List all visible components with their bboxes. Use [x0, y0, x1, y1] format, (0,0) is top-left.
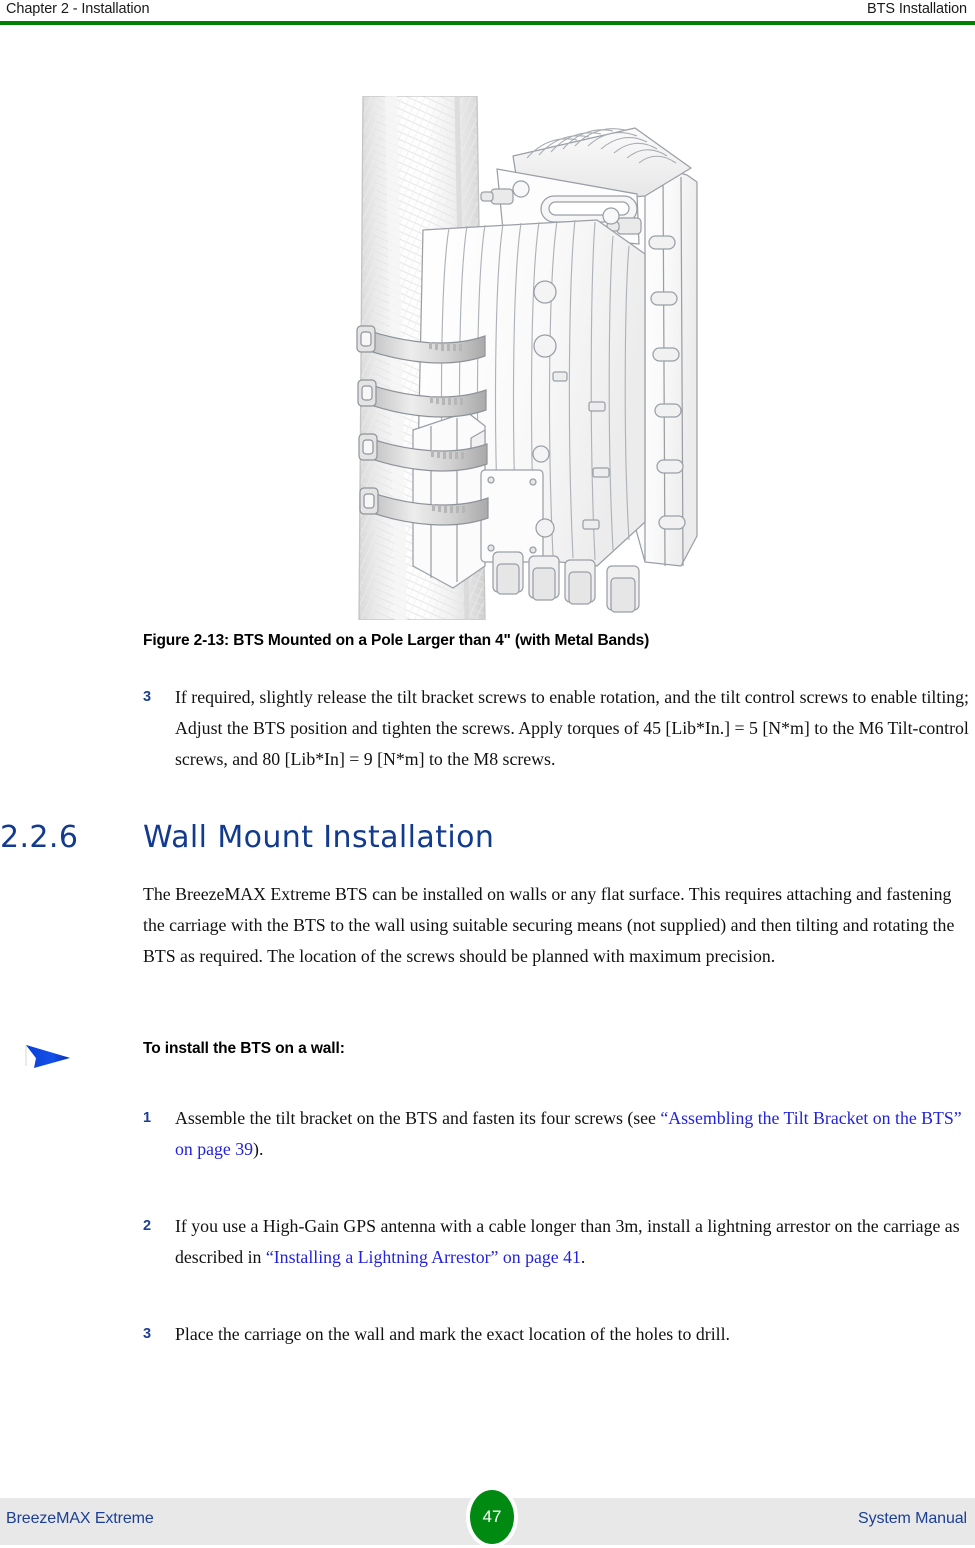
page-number-disc: 47 [470, 1490, 514, 1544]
step-text: If required, slightly release the tilt b… [175, 687, 969, 769]
intro-paragraph: The BreezeMAX Extreme BTS can be install… [143, 884, 955, 966]
header-section-label: BTS Installation [867, 1, 967, 17]
step-text-lead: Assemble the tilt bracket on the BTS and… [175, 1108, 661, 1128]
procedure-heading-block: To install the BTS on a wall: [0, 1032, 960, 1072]
step-text-tail: ). [253, 1139, 264, 1159]
page-number-badge: 47 [466, 1486, 518, 1548]
footer-document-label: System Manual [858, 1510, 967, 1527]
cross-reference-link[interactable]: “Installing a Lightning Arrestor” on pag… [266, 1247, 581, 1267]
section-number: 2.2.6 [0, 820, 79, 855]
step-item: 1 Assemble the tilt bracket on the BTS a… [143, 1103, 975, 1165]
step-text: Place the carriage on the wall and mark … [175, 1324, 730, 1344]
blue-arrow-icon [24, 1036, 72, 1070]
bts-pole-illustration [345, 96, 715, 620]
procedure-title: To install the BTS on a wall: [143, 1040, 345, 1057]
header-divider-rule [0, 21, 975, 25]
step-item: 2 If you use a High-Gain GPS antenna wit… [143, 1211, 975, 1273]
header-chapter-label: Chapter 2 - Installation [6, 1, 150, 17]
step-item: 3 If required, slightly release the tilt… [143, 682, 975, 775]
page-header: Chapter 2 - Installation BTS Installatio… [0, 0, 975, 26]
step-item: 3 Place the carriage on the wall and mar… [143, 1319, 975, 1350]
figure-block [0, 96, 975, 620]
step-text: Assemble the tilt bracket on the BTS and… [175, 1103, 965, 1165]
step-number: 3 [143, 689, 152, 705]
section-title: Wall Mount Installation [143, 820, 495, 855]
step-number: 2 [143, 1218, 152, 1234]
step-text-tail: . [580, 1247, 586, 1267]
step-number: 3 [143, 1326, 152, 1342]
figure-caption: Figure 2-13: BTS Mounted on a Pole Large… [143, 632, 650, 649]
page-footer: BreezeMAX Extreme System Manual 47 [0, 1486, 975, 1548]
step-text: If you use a High-Gain GPS antenna with … [175, 1211, 975, 1273]
step-number: 1 [143, 1110, 152, 1126]
page-number: 47 [482, 1506, 502, 1526]
footer-product-label: BreezeMAX Extreme [6, 1510, 154, 1527]
section-heading: 2.2.6 Wall Mount Installation [0, 820, 960, 855]
